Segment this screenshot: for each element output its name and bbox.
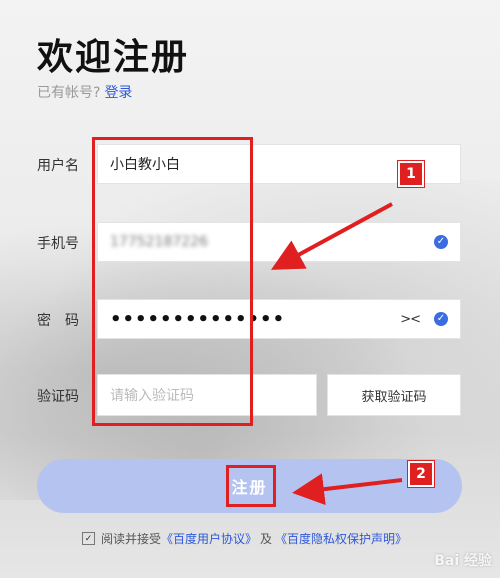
username-label: 用户名: [37, 158, 79, 174]
phone-label: 手机号: [37, 236, 79, 252]
check-circle-icon: ✓: [434, 235, 448, 249]
verify-code-label: 验证码: [37, 389, 79, 405]
password-input[interactable]: •••••••••••••• >< ✓: [97, 299, 461, 339]
eye-closed-icon[interactable]: ><: [400, 312, 421, 327]
phone-value: 17752187226: [110, 234, 208, 250]
login-link[interactable]: 登录: [104, 85, 132, 101]
check-circle-icon: ✓: [434, 312, 448, 326]
agreement-prefix: 阅读并接受: [101, 532, 162, 546]
phone-input[interactable]: 17752187226 ✓: [97, 222, 461, 262]
agreement-row: ✓ 阅读并接受 《百度用户协议》 及 《百度隐私权保护声明》: [82, 530, 407, 547]
have-account-text: 已有帐号?: [37, 85, 101, 101]
page-title: 欢迎注册: [37, 37, 190, 78]
watermark: Bai 经验: [434, 553, 492, 569]
login-prompt: 已有帐号? 登录: [37, 82, 132, 102]
register-button[interactable]: 注册: [37, 459, 462, 513]
agreement-middle: 及: [260, 532, 273, 546]
annotation-badge-1: 1: [398, 161, 424, 187]
password-label: 密 码: [37, 313, 79, 329]
password-value: ••••••••••••••: [110, 308, 286, 330]
register-button-label: 注册: [231, 478, 268, 497]
get-verify-code-button[interactable]: 获取验证码: [327, 374, 461, 416]
annotation-badge-2: 2: [408, 461, 434, 487]
verify-code-input[interactable]: 请输入验证码: [97, 374, 317, 416]
privacy-policy-link[interactable]: 《百度隐私权保护声明》: [275, 530, 407, 547]
agreement-checkbox[interactable]: ✓: [82, 532, 95, 545]
verify-code-placeholder: 请输入验证码: [110, 388, 194, 404]
user-agreement-link[interactable]: 《百度用户协议》: [161, 530, 257, 547]
